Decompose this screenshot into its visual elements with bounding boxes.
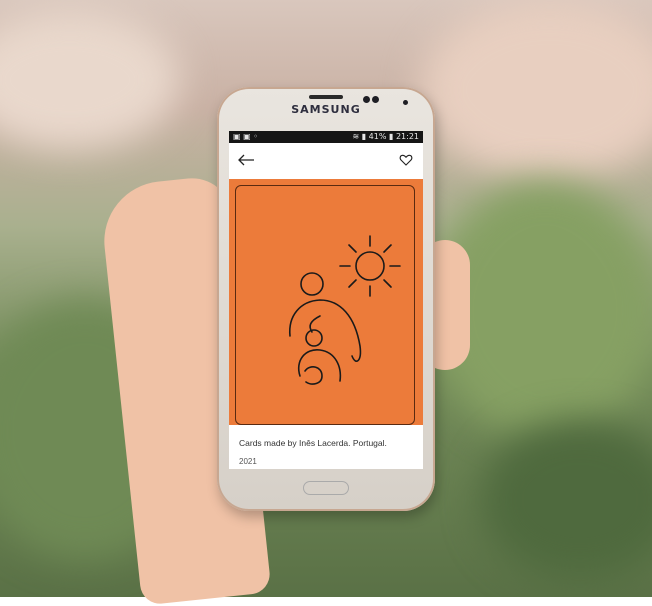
app-bar: [229, 143, 423, 179]
home-button[interactable]: [303, 481, 349, 495]
clock: 21:21: [395, 132, 419, 141]
signal-icon: ▮: [361, 132, 367, 141]
card-year: 2021: [239, 457, 257, 466]
bg-blur: [480, 420, 652, 580]
sun-figures-illustration: [289, 235, 401, 385]
screen: ▣ ▣ ◦ ≋ ▮ 41% ▮ 21:21 Cards made by Inês…: [229, 131, 423, 469]
card-caption: Cards made by Inês Lacerda. Portugal.: [239, 438, 387, 448]
bg-blur: [0, 10, 180, 150]
sensor: [372, 96, 379, 103]
battery-icon: ▮: [388, 132, 394, 141]
bg-blur: [420, 0, 652, 180]
arrow-left-icon[interactable]: [237, 153, 255, 167]
wifi-icon: ≋: [352, 132, 360, 141]
front-camera: [363, 96, 370, 103]
notification-icons: ▣ ▣ ◦: [233, 132, 258, 141]
heart-outline-icon[interactable]: [399, 153, 413, 167]
status-right: ≋ ▮ 41% ▮ 21:21: [352, 131, 419, 143]
status-bar: ▣ ▣ ◦ ≋ ▮ 41% ▮ 21:21: [229, 131, 423, 143]
card-image[interactable]: [229, 179, 423, 425]
battery-level: 41%: [368, 132, 387, 141]
phone: SAMSUNG ▣ ▣ ◦ ≋ ▮ 41% ▮ 21:21 Cards made…: [217, 87, 435, 511]
card-frame: [235, 185, 415, 425]
brand-logo: SAMSUNG: [291, 103, 361, 116]
speaker: [309, 95, 343, 99]
